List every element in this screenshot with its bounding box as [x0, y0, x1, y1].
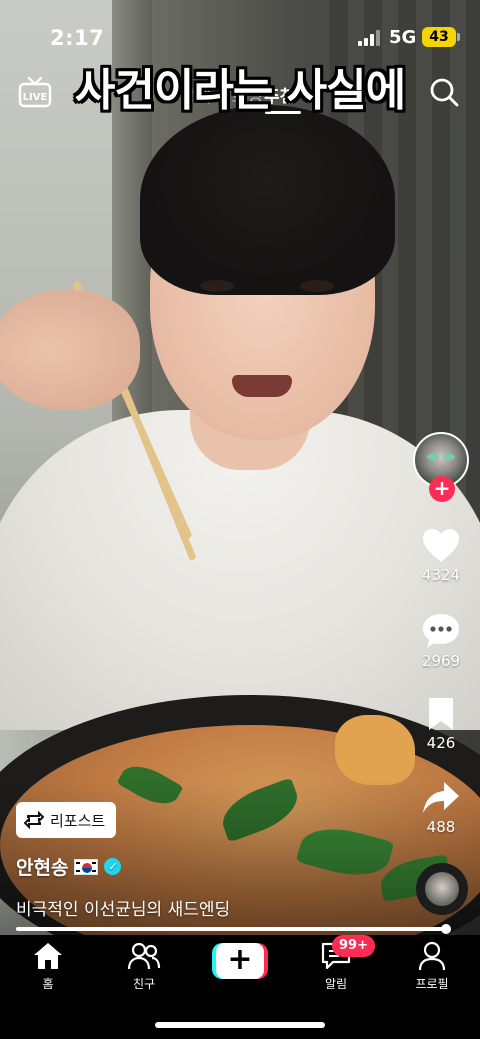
tab-home-label: 홈: [42, 977, 54, 991]
video-person-hair: [140, 105, 395, 295]
comment-button[interactable]: 2969: [410, 612, 472, 670]
avatar-eye: [427, 454, 439, 460]
search-button[interactable]: [428, 76, 460, 108]
inbox-notification-badge: 99+: [332, 935, 375, 957]
network-type: 5G: [389, 27, 417, 48]
video-caption-overlay: 사건이라는 사실에: [74, 65, 406, 116]
bookmark-button[interactable]: 426: [410, 696, 472, 752]
heart-icon: [423, 529, 459, 562]
create-post-button[interactable]: +: [212, 943, 268, 979]
video-player[interactable]: [0, 0, 480, 935]
cellular-signal-icon: [358, 30, 382, 46]
creator-avatar-button[interactable]: +: [413, 432, 469, 502]
profile-icon: [418, 941, 446, 971]
bookmark-icon: [429, 698, 453, 730]
video-food-tofu: [335, 715, 415, 785]
author-row[interactable]: 안현송 ✓: [16, 853, 122, 880]
repost-label: 리포스트: [50, 811, 106, 830]
author-name[interactable]: 안현송: [16, 853, 68, 880]
bottom-tab-bar: 홈 친구 + 알림 99+ 프로필: [0, 935, 480, 1039]
search-icon: [430, 78, 459, 107]
video-progress-handle[interactable]: [440, 924, 451, 934]
comment-count: 2969: [421, 652, 461, 670]
video-person-eye: [200, 280, 234, 292]
friends-icon: [127, 942, 161, 970]
like-button[interactable]: 4324: [410, 528, 472, 584]
status-time: 2:17: [50, 26, 105, 50]
video-person-hand: [0, 290, 140, 410]
tab-home[interactable]: 홈: [8, 941, 88, 992]
tab-friends[interactable]: 친구: [104, 941, 184, 992]
plus-icon: +: [216, 943, 264, 979]
avatar-eye: [443, 454, 455, 460]
tab-profile[interactable]: 프로필: [392, 941, 472, 992]
battery-icon: 43: [422, 27, 456, 47]
repost-button[interactable]: 리포스트: [16, 802, 116, 838]
comment-icon: [423, 614, 459, 648]
battery-tip: [457, 33, 460, 41]
follow-plus-button[interactable]: +: [429, 476, 455, 502]
music-disc-button[interactable]: [416, 863, 468, 915]
post-description[interactable]: 비극적인 이선균님의 새드엔딩: [16, 895, 230, 920]
like-count: 4324: [421, 566, 461, 584]
share-arrow-icon: [423, 782, 459, 813]
repost-icon: [24, 811, 44, 829]
video-person-eye: [300, 280, 334, 292]
korea-flag-icon: [74, 858, 99, 875]
music-cover-image: [425, 872, 459, 906]
tab-inbox-label: 알림: [324, 977, 348, 991]
home-indicator: [155, 1022, 325, 1028]
tab-friends-label: 친구: [132, 977, 156, 991]
share-button[interactable]: 488: [410, 780, 472, 836]
share-count: 488: [426, 818, 456, 836]
battery-level: 43: [429, 29, 449, 45]
verified-badge-icon: ✓: [104, 858, 122, 875]
tab-profile-label: 프로필: [415, 977, 449, 991]
bookmark-count: 426: [426, 734, 456, 752]
video-progress-fill: [16, 927, 446, 931]
home-icon: [34, 943, 62, 969]
video-progress-bar[interactable]: [16, 924, 451, 934]
video-person-mouth: [232, 375, 292, 397]
